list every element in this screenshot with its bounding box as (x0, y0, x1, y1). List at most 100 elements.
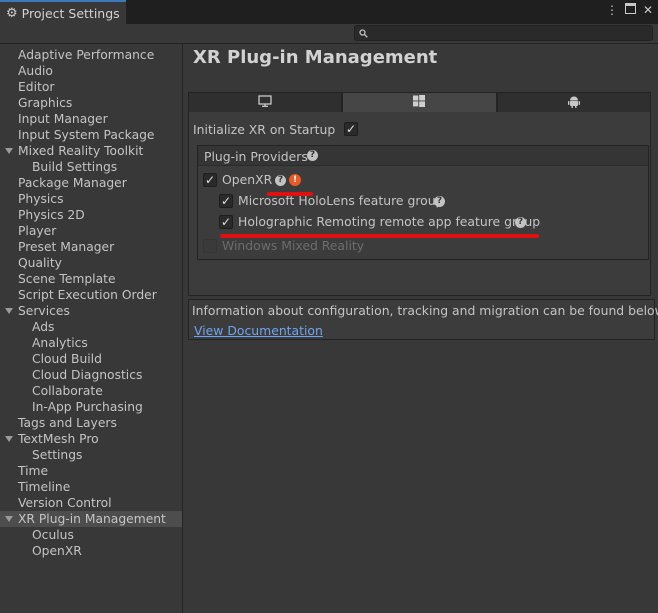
settings-content: XR Plug-in Management Initialize XR on S… (184, 44, 658, 613)
help-icon[interactable]: ? (275, 175, 286, 186)
sidebar-item-label: Time (18, 464, 49, 478)
sidebar-item-openxr[interactable]: OpenXR (0, 543, 182, 559)
sidebar-item-services[interactable]: Services (0, 303, 182, 319)
expand-arrow-icon[interactable] (5, 308, 13, 314)
sidebar-item-textmesh-settings[interactable]: Settings (0, 447, 182, 463)
sidebar-item-label: Preset Manager (18, 240, 115, 254)
monitor-icon (258, 95, 272, 110)
sidebar-item-label: Physics 2D (18, 208, 85, 222)
sidebar-item-label: Version Control (18, 496, 112, 510)
tab-windows-uwp[interactable] (342, 92, 497, 113)
sidebar-item-label: Physics (18, 192, 64, 206)
sidebar-item-package-manager[interactable]: Package Manager (0, 175, 182, 191)
sidebar-item-script-execution-order[interactable]: Script Execution Order (0, 287, 182, 303)
initialize-xr-checkbox[interactable]: ✓ (344, 122, 358, 136)
sidebar-item-label: In-App Purchasing (32, 400, 143, 414)
sidebar-item-mixed-reality-toolkit[interactable]: Mixed Reality Toolkit (0, 143, 182, 159)
sidebar-item-graphics[interactable]: Graphics (0, 95, 182, 111)
view-documentation-link[interactable]: View Documentation (194, 323, 323, 338)
annotation-underline (220, 234, 539, 238)
sidebar-item-label: Mixed Reality Toolkit (18, 144, 144, 158)
project-settings-window: ⚙ Project Settings ⋮ ✕ Adaptive Performa… (0, 0, 658, 613)
sidebar-item-build-settings[interactable]: Build Settings (0, 159, 182, 175)
initialize-xr-label: Initialize XR on Startup (193, 122, 336, 137)
window-controls: ⋮ ✕ (606, 3, 654, 17)
windows-mixed-reality-label: Windows Mixed Reality (222, 238, 365, 253)
help-icon[interactable]: ? (434, 196, 445, 207)
sidebar-item-version-control[interactable]: Version Control (0, 495, 182, 511)
help-icon[interactable]: ? (515, 217, 526, 228)
sidebar-item-label: Graphics (18, 96, 73, 110)
search-bar (0, 24, 658, 44)
tab-title: Project Settings (21, 6, 120, 21)
search-input[interactable] (354, 25, 653, 41)
warning-icon[interactable]: ! (289, 174, 301, 186)
holographic-remoting-checkbox[interactable]: ✓ (219, 215, 233, 229)
sidebar-item-scene-template[interactable]: Scene Template (0, 271, 182, 287)
sidebar-item-adaptive-performance[interactable]: Adaptive Performance (0, 47, 182, 63)
sidebar-item-timeline[interactable]: Timeline (0, 479, 182, 495)
sidebar-item-preset-manager[interactable]: Preset Manager (0, 239, 182, 255)
sidebar-item-label: Quality (18, 256, 62, 270)
sidebar-item-tags-and-layers[interactable]: Tags and Layers (0, 415, 182, 431)
sidebar-item-label: Build Settings (32, 160, 118, 174)
sidebar-item-label: Package Manager (18, 176, 127, 190)
sidebar-item-input-system-package[interactable]: Input System Package (0, 127, 182, 143)
menu-icon[interactable]: ⋮ (606, 3, 618, 17)
tab-standalone[interactable] (188, 92, 343, 113)
sidebar-item-player[interactable]: Player (0, 223, 182, 239)
sidebar-item-label: Collaborate (32, 384, 103, 398)
windows-mixed-reality-checkbox[interactable] (203, 239, 217, 253)
sidebar-item-time[interactable]: Time (0, 463, 182, 479)
sidebar-item-label: Oculus (32, 528, 74, 542)
sidebar-item-textmesh-pro[interactable]: TextMesh Pro (0, 431, 182, 447)
settings-sidebar: Adaptive Performance Audio Editor Graphi… (0, 44, 183, 613)
sidebar-item-label: Audio (18, 64, 53, 78)
sidebar-item-analytics[interactable]: Analytics (0, 335, 182, 351)
sidebar-item-physics[interactable]: Physics (0, 191, 182, 207)
sidebar-item-label: Cloud Diagnostics (32, 368, 143, 382)
help-icon[interactable]: ? (307, 150, 318, 161)
sidebar-item-physics-2d[interactable]: Physics 2D (0, 207, 182, 223)
sidebar-item-collaborate[interactable]: Collaborate (0, 383, 182, 399)
sidebar-item-cloud-diagnostics[interactable]: Cloud Diagnostics (0, 367, 182, 383)
sidebar-item-label: Services (18, 304, 70, 318)
android-icon (567, 95, 580, 111)
checkmark-icon: ✓ (345, 122, 357, 136)
sidebar-item-label: Input Manager (18, 112, 108, 126)
openxr-checkbox[interactable]: ✓ (203, 173, 217, 187)
sidebar-item-label: TextMesh Pro (18, 432, 99, 446)
gear-icon: ⚙ (6, 6, 18, 21)
close-icon[interactable]: ✕ (642, 3, 654, 17)
tab-android[interactable] (496, 92, 651, 113)
sidebar-item-ads[interactable]: Ads (0, 319, 182, 335)
xr-settings-panel: Initialize XR on Startup ✓ Plug-in Provi… (188, 112, 651, 296)
sidebar-item-label: XR Plug-in Management (18, 512, 166, 526)
sidebar-item-quality[interactable]: Quality (0, 255, 182, 271)
sidebar-item-xr-plugin-management[interactable]: XR Plug-in Management (0, 511, 182, 527)
plugin-providers-header: Plug-in Providers ? (198, 146, 648, 166)
expand-arrow-icon[interactable] (5, 516, 13, 522)
sidebar-item-cloud-build[interactable]: Cloud Build (0, 351, 182, 367)
sidebar-item-editor[interactable]: Editor (0, 79, 182, 95)
sidebar-item-input-manager[interactable]: Input Manager (0, 111, 182, 127)
sidebar-item-in-app-purchasing[interactable]: In-App Purchasing (0, 399, 182, 415)
checkmark-icon: ✓ (220, 215, 232, 229)
sidebar-item-audio[interactable]: Audio (0, 63, 182, 79)
expand-arrow-icon[interactable] (5, 148, 13, 154)
plugin-providers-label: Plug-in Providers (204, 149, 308, 164)
sidebar-item-label: Ads (32, 320, 55, 334)
plugin-providers-section: Plug-in Providers ? ✓ OpenXR ? ! ✓ Micro… (197, 145, 649, 260)
holographic-remoting-label: Holographic Remoting remote app feature … (238, 214, 541, 229)
maximize-icon[interactable] (624, 3, 636, 17)
hololens-feature-checkbox[interactable]: ✓ (219, 194, 233, 208)
page-title: XR Plug-in Management (193, 47, 438, 68)
sidebar-item-label: Timeline (18, 480, 71, 494)
sidebar-item-label: Tags and Layers (18, 416, 117, 430)
expand-arrow-icon[interactable] (5, 436, 13, 442)
sidebar-item-label: Input System Package (18, 128, 155, 142)
platform-tabs (188, 92, 651, 113)
checkmark-icon: ✓ (220, 194, 232, 208)
sidebar-item-oculus[interactable]: Oculus (0, 527, 182, 543)
project-settings-tab[interactable]: ⚙ Project Settings (0, 0, 126, 25)
